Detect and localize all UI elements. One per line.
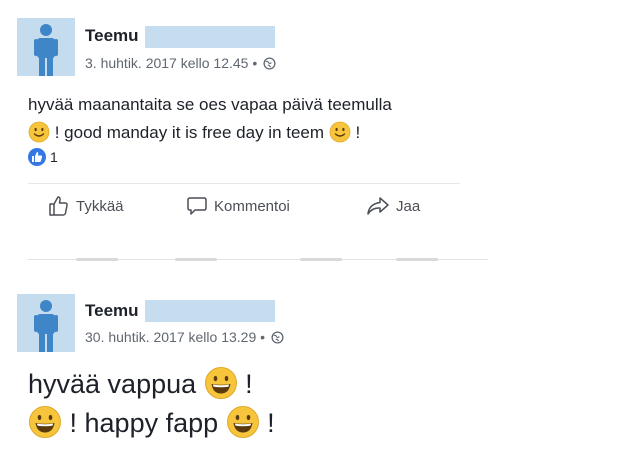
post-2: Teemu 30. huhtik. 2017 kello 13.29 • hyv… [0, 290, 632, 455]
slight-smile-emoji-icon [329, 121, 351, 143]
person-icon [34, 300, 58, 352]
grin-emoji-icon [226, 406, 259, 438]
comment-button[interactable]: Kommentoi [186, 195, 290, 217]
name-redaction [145, 300, 275, 322]
post-text-line-1: hyvää vappua ! [28, 365, 275, 404]
post-separator [28, 258, 488, 261]
globe-icon[interactable] [263, 57, 276, 70]
post-timestamp[interactable]: 30. huhtik. 2017 kello 13.29 • [85, 329, 265, 345]
post-text-exclamation: ! [245, 369, 253, 399]
post-text-line-2: ! happy fapp ! [28, 404, 275, 443]
comment-button-label: Kommentoi [214, 197, 290, 215]
author-name[interactable]: Teemu [85, 26, 139, 46]
post-text-line-1: hyvää maanantaita se oes vapaa päivä tee… [28, 95, 392, 114]
post-text-line-2-content: ! good manday it is free day in teem [54, 123, 325, 142]
post-meta: 3. huhtik. 2017 kello 12.45 • [85, 55, 276, 71]
post-text: hyvää vappua ! ! happy fapp ! [28, 365, 275, 443]
globe-icon[interactable] [271, 331, 284, 344]
slight-smile-emoji-icon [28, 121, 50, 143]
like-reaction-icon [28, 148, 46, 166]
author-name[interactable]: Teemu [85, 301, 139, 321]
divider [28, 183, 460, 184]
grin-emoji-icon [29, 406, 61, 438]
post-actions: Tykkää Kommentoi Jaa [0, 195, 632, 225]
avatar[interactable] [17, 18, 75, 76]
grin-emoji-icon [204, 367, 237, 399]
thumbs-up-icon [49, 196, 68, 216]
like-count: 1 [50, 149, 58, 165]
post-text-line-2-content: ! happy fapp [69, 408, 219, 438]
post-text: hyvää maanantaita se oes vapaa päivä tee… [28, 91, 392, 147]
post-meta: 30. huhtik. 2017 kello 13.29 • [85, 329, 284, 345]
name-redaction [145, 26, 275, 48]
share-arrow-icon [367, 197, 389, 215]
post-text-exclamation: ! [267, 408, 275, 438]
post-text-line-2: ! good manday it is free day in teem ! [28, 119, 392, 147]
person-icon [34, 24, 58, 76]
share-button[interactable]: Jaa [366, 195, 420, 217]
post-1: Teemu 3. huhtik. 2017 kello 12.45 • hyvä… [0, 0, 632, 261]
post-timestamp[interactable]: 3. huhtik. 2017 kello 12.45 • [85, 55, 257, 71]
avatar[interactable] [17, 294, 75, 352]
comment-bubble-icon [187, 197, 207, 215]
post-text-exclamation: ! [355, 123, 361, 142]
post-text-line-1-content: hyvää vappua [28, 369, 197, 399]
like-button[interactable]: Tykkää [48, 195, 124, 217]
like-button-label: Tykkää [76, 197, 124, 215]
share-button-label: Jaa [396, 197, 421, 215]
reaction-summary[interactable]: 1 [28, 148, 58, 166]
